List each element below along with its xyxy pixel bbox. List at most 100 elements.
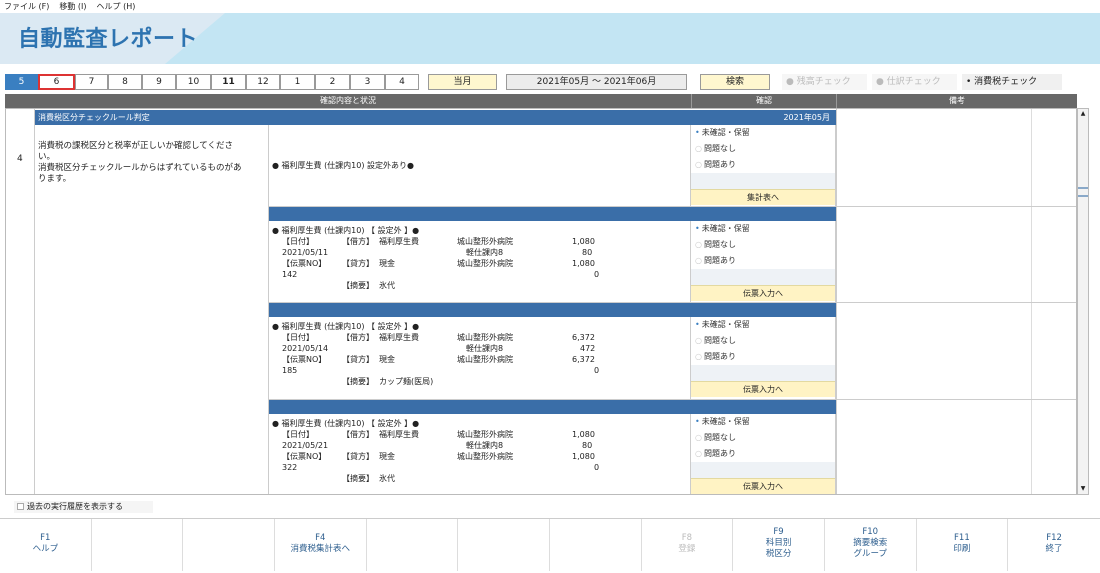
option-problem[interactable]: 問題あり xyxy=(691,349,835,365)
confirm-spacer xyxy=(691,462,835,478)
credit-amount: 6,372 xyxy=(572,355,595,364)
label-memo: 【摘要】 xyxy=(342,281,374,290)
fkey-label: ヘルプ xyxy=(32,544,59,554)
entry-head: ● 福利厚生費 (仕課内10) 【 設定外 】● xyxy=(272,226,420,235)
entry-content: ● 福利厚生費 (仕課内10) 【 設定外 】● 【日付】 【借方】 福利厚生費… xyxy=(269,414,691,494)
scroll-up-icon[interactable]: ▲ xyxy=(1078,109,1088,119)
option-unconfirmed[interactable]: 未確認・保留 xyxy=(691,414,835,430)
month-button-9[interactable]: 9 xyxy=(142,74,176,90)
toolbar: 5 6 7 8 9 10 11 12 1 2 3 4 当月 2021年05月 ～… xyxy=(0,72,1100,92)
credit-amount: 1,080 xyxy=(572,259,595,268)
fkey-label: 消費税集計表へ xyxy=(290,544,351,554)
rule-number: 4 xyxy=(17,154,23,164)
menu-file[interactable]: ファイル (F) xyxy=(4,0,49,13)
fkey-label: 登録 xyxy=(678,544,696,554)
credit-partner: 城山整形外病院 xyxy=(457,355,513,364)
option-no-problem[interactable]: 問題なし xyxy=(691,430,835,446)
f11-print-button[interactable]: F11 印刷 xyxy=(917,519,1009,571)
credit-account: 現金 xyxy=(379,259,395,268)
credit-partner: 城山整形外病院 xyxy=(457,452,513,461)
f12-exit-button[interactable]: F12 終了 xyxy=(1008,519,1100,571)
option-problem[interactable]: 問題あり xyxy=(691,253,835,269)
debit-account: 福利厚生費 xyxy=(379,237,419,246)
history-label: 過去の実行履歴を表示する xyxy=(27,502,123,511)
option-no-problem[interactable]: 問題なし xyxy=(691,333,835,349)
month-button-11[interactable]: 11 xyxy=(211,74,246,90)
voucher-input-button[interactable]: 伝票入力へ xyxy=(691,285,835,301)
scroll-thumb[interactable] xyxy=(1078,187,1088,197)
fkey-empty xyxy=(367,519,459,571)
f9-account-tax-button[interactable]: F9 科目別 税区分 xyxy=(733,519,825,571)
tab-tax-check[interactable]: • 消費税チェック xyxy=(962,74,1062,90)
voucher-input-button[interactable]: 伝票入力へ xyxy=(691,381,835,397)
debit-partner: 城山整形外病院 xyxy=(457,237,513,246)
fkey-label: 印刷 xyxy=(953,544,971,554)
month-button-3[interactable]: 3 xyxy=(350,74,385,90)
entry-date: 2021/05/14 xyxy=(282,344,329,353)
entry-bar xyxy=(269,400,836,414)
fkey-code: F9 xyxy=(773,527,784,537)
entry-bar xyxy=(269,207,836,221)
vertical-scrollbar[interactable]: ▲ ▼ xyxy=(1077,108,1089,495)
month-button-4[interactable]: 4 xyxy=(385,74,419,90)
label-date: 【日付】 xyxy=(282,430,314,439)
summary-confirm: 未確認・保留 問題なし 問題あり 集計表へ xyxy=(691,125,836,206)
memo: 氷代 xyxy=(379,281,395,290)
summary-text: ● 福利厚生費 (仕課内10) 設定外あり● xyxy=(272,161,415,170)
label-voucher-no: 【伝票NO】 xyxy=(282,259,327,268)
entry-head: ● 福利厚生費 (仕課内10) 【 設定外 】● xyxy=(272,322,420,331)
label-debit: 【借方】 xyxy=(342,430,374,439)
fkey-label-2: 税区分 xyxy=(765,549,792,559)
confirm-spacer xyxy=(691,365,835,381)
f4-tax-summary-button[interactable]: F4 消費税集計表へ xyxy=(275,519,367,571)
option-problem[interactable]: 問題あり xyxy=(691,157,835,173)
option-problem[interactable]: 問題あり xyxy=(691,446,835,462)
header-confirm: 確認 xyxy=(691,94,836,108)
f8-register-button[interactable]: F8 登録 xyxy=(642,519,734,571)
debit-amount: 6,372 xyxy=(572,333,595,342)
menu-help[interactable]: ヘルプ (H) xyxy=(97,0,136,13)
f10-memo-search-button[interactable]: F10 摘要検索 グループ xyxy=(825,519,917,571)
month-button-6[interactable]: 6 xyxy=(38,74,75,90)
tax-amount: 80 xyxy=(582,248,593,257)
entry-content: ● 福利厚生費 (仕課内10) 【 設定外 】● 【日付】 【借方】 福利厚生費… xyxy=(269,221,691,302)
tab-balance-check[interactable]: ● 残高チェック xyxy=(782,74,867,90)
menu-move[interactable]: 移動 (I) xyxy=(59,0,86,13)
month-button-1[interactable]: 1 xyxy=(280,74,315,90)
label-date: 【日付】 xyxy=(282,237,314,246)
month-button-7[interactable]: 7 xyxy=(75,74,108,90)
option-unconfirmed[interactable]: 未確認・保留 xyxy=(691,125,835,141)
fkey-code: F4 xyxy=(315,533,326,543)
label-date: 【日付】 xyxy=(282,333,314,342)
scroll-down-icon[interactable]: ▼ xyxy=(1078,484,1088,494)
fkey-empty xyxy=(458,519,550,571)
fkey-code: F1 xyxy=(40,533,51,543)
month-button-8[interactable]: 8 xyxy=(108,74,142,90)
month-button-5[interactable]: 5 xyxy=(5,74,38,90)
memo: 氷代 xyxy=(379,474,395,483)
memo: カップ麺(医局) xyxy=(379,377,434,386)
f1-help-button[interactable]: F1 ヘルプ xyxy=(0,519,92,571)
option-no-problem[interactable]: 問題なし xyxy=(691,141,835,157)
month-button-12[interactable]: 12 xyxy=(246,74,280,90)
voucher-no: 142 xyxy=(282,270,298,279)
debit-account: 福利厚生費 xyxy=(379,333,419,342)
voucher-input-button[interactable]: 伝票入力へ xyxy=(691,478,835,494)
month-button-10[interactable]: 10 xyxy=(176,74,211,90)
search-button[interactable]: 検索 xyxy=(700,74,770,90)
current-month-button[interactable]: 当月 xyxy=(428,74,497,90)
option-unconfirmed[interactable]: 未確認・保留 xyxy=(691,317,835,333)
label-debit: 【借方】 xyxy=(342,237,374,246)
option-no-problem[interactable]: 問題なし xyxy=(691,237,835,253)
history-checkbox[interactable] xyxy=(17,503,24,510)
tab-journal-check[interactable]: ● 仕訳チェック xyxy=(872,74,957,90)
summary-table-button[interactable]: 集計表へ xyxy=(691,189,835,205)
header-content: 確認内容と状況 xyxy=(5,94,691,108)
option-unconfirmed[interactable]: 未確認・保留 xyxy=(691,221,835,237)
credit-partner: 城山整形外病院 xyxy=(457,259,513,268)
credit-tax: 0 xyxy=(594,366,600,375)
fkey-label-2: グループ xyxy=(853,549,887,559)
history-toggle[interactable]: 過去の実行履歴を表示する xyxy=(14,501,153,513)
month-button-2[interactable]: 2 xyxy=(315,74,350,90)
confirm-spacer xyxy=(691,173,835,189)
